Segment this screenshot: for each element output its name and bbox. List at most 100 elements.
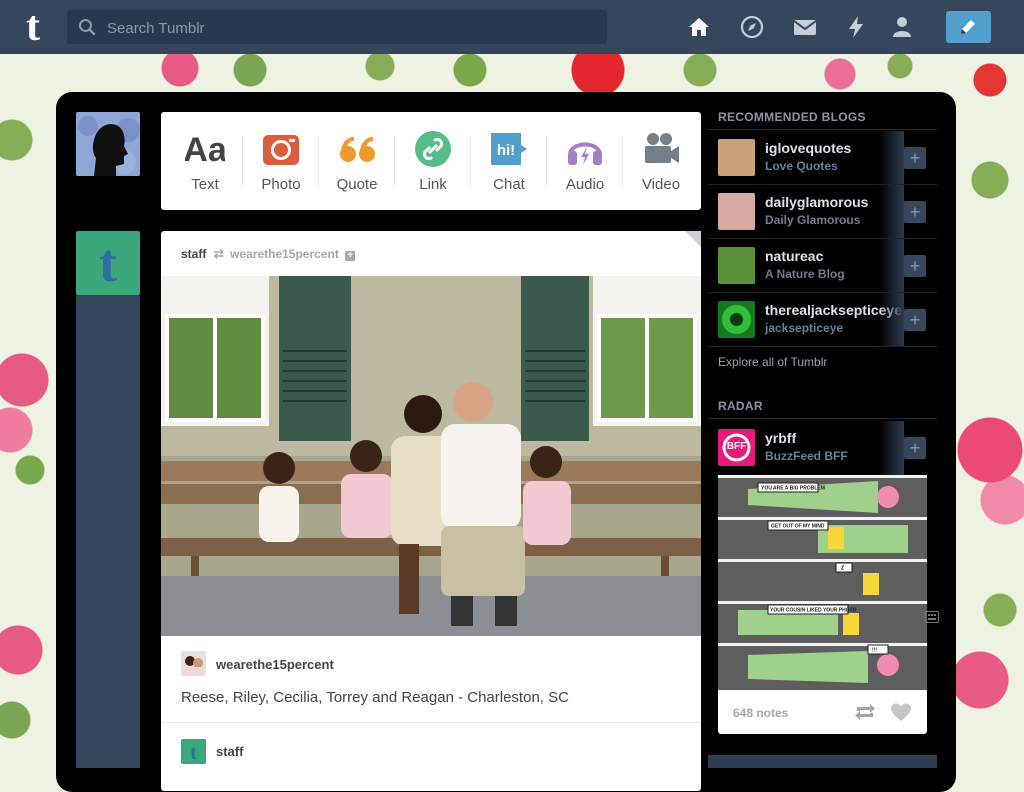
post-photo[interactable] [161, 276, 701, 636]
post-type-chat[interactable]: hi! Chat [471, 112, 547, 210]
post-type-text[interactable]: Aa Text [167, 112, 243, 210]
follow-blog-button[interactable]: + [904, 437, 926, 459]
blog-title: BuzzFeed BFF [765, 449, 848, 463]
staff-avatar[interactable]: t [76, 231, 140, 295]
follow-blog-button[interactable]: + [904, 309, 926, 331]
user-avatar[interactable] [76, 112, 140, 176]
comic-caption: Z [841, 566, 844, 572]
recommended-blog[interactable]: natureac A Nature Blog + [708, 239, 937, 293]
blog-avatar: BFF [718, 429, 755, 466]
video-camera-icon [645, 133, 679, 163]
reblogger-name[interactable]: staff [216, 744, 243, 759]
account-icon[interactable] [889, 14, 915, 40]
blog-title: jacksepticeye [765, 321, 844, 335]
divider [708, 129, 937, 130]
blog-title: A Nature Blog [765, 267, 845, 281]
headphones-icon [568, 142, 602, 165]
reblog-icon[interactable] [854, 703, 876, 721]
divider [708, 418, 937, 419]
comic-caption: GET OUT OF MY MIND [771, 524, 825, 530]
blog-avatar [718, 139, 755, 176]
text-icon: Aa [185, 131, 225, 169]
bff-logo-text: BFF [726, 441, 747, 452]
post-type-label: Photo [261, 176, 301, 193]
heart-icon[interactable] [890, 703, 912, 722]
radar-comic-image[interactable]: YOU ARE A BIG PROBLEM GET OUT OF MY MIND… [718, 475, 927, 690]
search-input[interactable] [105, 10, 589, 46]
reblog-source[interactable]: wearethe15percent [230, 247, 339, 261]
post-type-video[interactable]: Video [623, 112, 699, 210]
svg-text:t: t [190, 742, 197, 764]
explore-icon[interactable] [739, 14, 765, 40]
divider [708, 346, 937, 347]
post-caption: Reese, Riley, Cecilia, Torrey and Reagan… [181, 689, 569, 706]
follow-blog-button[interactable]: + [904, 147, 926, 169]
fade-overlay [878, 185, 904, 239]
blog-name[interactable]: iglovequotes [765, 140, 851, 156]
blog-name[interactable]: dailyglamorous [765, 194, 868, 210]
post-type-label: Text [191, 176, 219, 193]
blog-avatar [718, 247, 755, 284]
chat-icon: hi! [491, 133, 527, 165]
quote-icon [340, 137, 375, 162]
activity-icon[interactable] [843, 14, 869, 40]
radar-post: YOU ARE A BIG PROBLEM GET OUT OF MY MIND… [718, 475, 927, 734]
post-type-photo[interactable]: Photo [243, 112, 319, 210]
wearethe15percent-avatar [181, 651, 206, 676]
blog-title: Daily Glamorous [765, 213, 861, 227]
fade-overlay [878, 421, 904, 475]
divider [161, 722, 701, 723]
post-type-label: Video [641, 176, 681, 193]
blog-name[interactable]: yrbff [765, 430, 796, 446]
top-bar: t [0, 0, 1024, 54]
pencil-icon [961, 20, 975, 34]
left-rail [76, 295, 140, 768]
blog-name[interactable]: natureac [765, 248, 823, 264]
comic-caption: !!! [872, 648, 877, 654]
post-type-label: Link [419, 176, 447, 193]
blog-title: Love Quotes [765, 159, 838, 173]
comic-caption: YOUR COUSIN LIKED YOUR PHOTO [770, 608, 857, 614]
post-type-audio[interactable]: Audio [547, 112, 623, 210]
post-type-bar: Aa Text Photo Quote Link hi! Chat Audio … [161, 112, 701, 210]
caption-author-name[interactable]: wearethe15percent [216, 657, 334, 672]
reblog-icon: ⇄ [213, 247, 224, 261]
recommended-blog[interactable]: dailyglamorous Daily Glamorous + [708, 185, 937, 239]
follow-blog-button[interactable]: + [904, 255, 926, 277]
explore-link[interactable]: Explore all of Tumblr [718, 355, 827, 369]
fade-overlay [878, 293, 904, 347]
post-header: staff ⇄ wearethe15percent + [181, 247, 356, 261]
home-icon[interactable] [686, 14, 712, 40]
post-type-label: Audio [565, 176, 605, 193]
recommended-blogs-title: RECOMMENDED BLOGS [718, 110, 866, 124]
recommended-blog[interactable]: iglovequotes Love Quotes + [708, 131, 937, 185]
search-box[interactable] [67, 10, 607, 46]
tumblr-logo[interactable]: t [18, 6, 48, 48]
camera-icon [263, 135, 299, 165]
link-icon [415, 131, 451, 167]
comic-caption: YOU ARE A BIG PROBLEM [761, 486, 825, 492]
compose-button[interactable] [946, 11, 991, 43]
follow-button[interactable]: + [345, 251, 356, 261]
post-author[interactable]: staff [181, 247, 206, 261]
search-icon [79, 19, 96, 36]
follow-blog-button[interactable]: + [904, 201, 926, 223]
inbox-icon[interactable] [792, 14, 818, 40]
svg-text:hi!: hi! [497, 142, 515, 159]
page-fold-corner[interactable] [685, 231, 701, 247]
post-type-link[interactable]: Link [395, 112, 471, 210]
post-type-label: Quote [336, 176, 378, 193]
radar-title: RADAR [718, 399, 763, 413]
keyboard-shortcuts-icon[interactable] [925, 611, 939, 623]
sidebar-bottom [708, 755, 937, 768]
notes-count[interactable]: 648 notes [733, 706, 788, 720]
fade-overlay [878, 131, 904, 185]
dashboard-post: staff ⇄ wearethe15percent + wearethe15pe… [161, 231, 701, 791]
radar-blog[interactable]: BFF yrbff BuzzFeed BFF + [708, 421, 937, 475]
staff-logo-letter: t [99, 233, 117, 293]
post-type-label: Chat [493, 176, 525, 193]
staff-avatar-small: t [181, 739, 206, 764]
recommended-blog[interactable]: therealjacksepticeye jacksepticeye + [708, 293, 937, 347]
svg-text:Aa: Aa [185, 131, 225, 169]
post-type-quote[interactable]: Quote [319, 112, 395, 210]
